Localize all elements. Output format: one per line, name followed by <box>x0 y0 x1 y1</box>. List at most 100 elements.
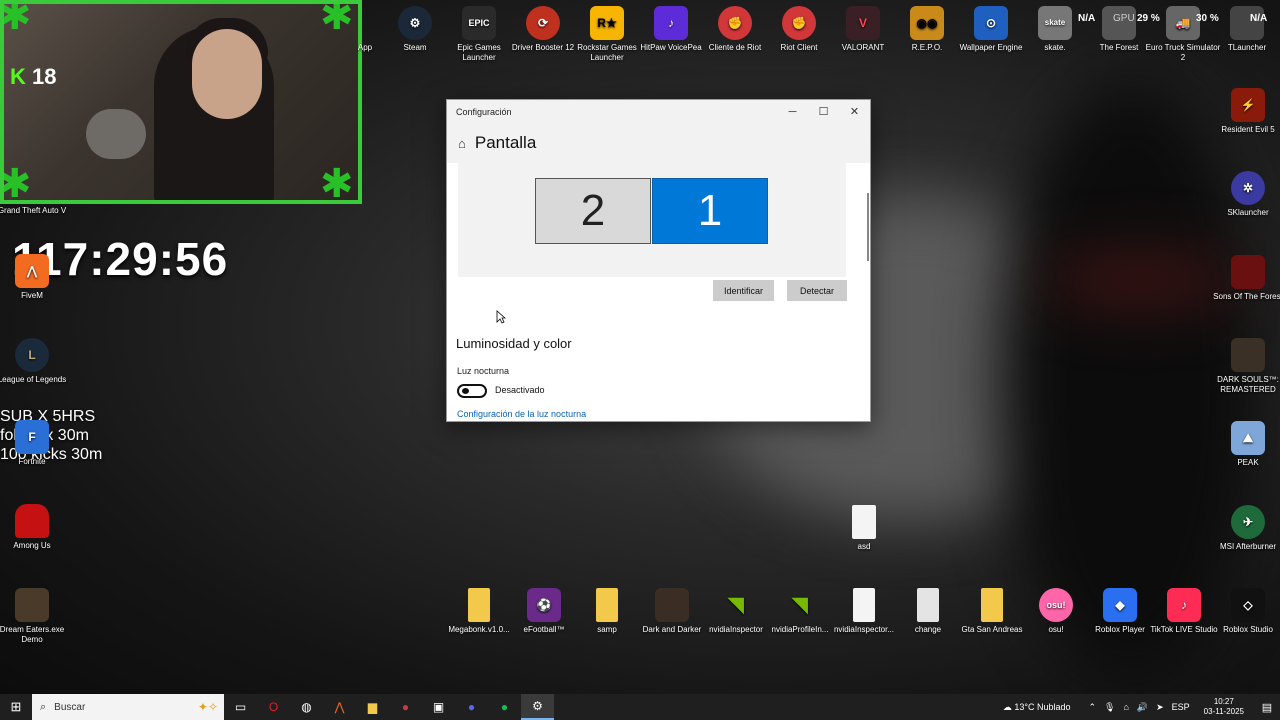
text-file-icon <box>917 588 939 622</box>
notifications-icon[interactable]: ▤ <box>1254 701 1280 714</box>
desktop-icon-resident-evil-5[interactable]: ⚡ Resident Evil 5 <box>1210 88 1280 135</box>
task-view-icon[interactable]: ▭ <box>224 694 257 720</box>
network-icon[interactable]: ⌂ <box>1123 702 1128 712</box>
volume-icon[interactable]: 🔊 <box>1137 702 1148 713</box>
night-light-settings-link[interactable]: Configuración de la luz nocturna <box>457 409 586 419</box>
desktop-icon-fortnite[interactable]: F Fortnite <box>0 420 70 467</box>
hud-gpu-label: GPU <box>1113 13 1135 24</box>
location-icon[interactable]: ➤ <box>1156 702 1164 713</box>
hud-na-2: N/A <box>1250 13 1268 24</box>
riot-taskbar-icon[interactable]: ● <box>389 694 422 720</box>
among-us-icon <box>15 504 49 538</box>
weather-widget[interactable]: ☁ 13°C Nublado <box>1003 702 1071 713</box>
fivem-taskbar-icon[interactable]: ⋀ <box>323 694 356 720</box>
desktop-icon-fivem[interactable]: ⋀ FiveM <box>0 254 70 301</box>
monitor-1[interactable]: 1 <box>652 178 768 244</box>
kick-logo-icon: K <box>10 64 26 89</box>
language-indicator[interactable]: ESP <box>1172 702 1190 712</box>
msi-afterburner-icon: ✈ <box>1231 505 1265 539</box>
close-icon[interactable]: ✕ <box>839 100 870 123</box>
desktop-icon-dream-eaters[interactable]: Dream Eaters.exe Demo <box>0 588 70 645</box>
desktop-icon-dark-souls[interactable]: DARK SOULS™: REMASTERED <box>1210 338 1280 395</box>
folder-icon <box>981 588 1003 622</box>
desktop-icon-roblox-studio[interactable]: ◇ Roblox Studio <box>1210 588 1280 635</box>
cloud-icon: ☁ <box>1002 701 1015 712</box>
fivem-icon: ⋀ <box>15 254 49 288</box>
leaf-icon: ✱ <box>0 162 32 204</box>
dark-and-darker-icon <box>655 588 689 622</box>
dark-souls-icon <box>1231 338 1265 372</box>
detect-button[interactable]: Detectar <box>787 280 847 301</box>
desktop-icon-gta-v[interactable]: Grand Theft Auto V <box>0 206 70 216</box>
steam-icon: ⚙ <box>398 6 432 40</box>
driver-booster-icon: ⟳ <box>526 6 560 40</box>
nvidia-icon: ◥ <box>728 594 744 616</box>
search-icon: ⌕ <box>40 700 47 713</box>
desktop-icon-among-us[interactable]: Among Us <box>0 504 70 551</box>
page-header: ⌂ Pantalla <box>447 123 870 163</box>
clock-time: 10:27 <box>1213 697 1234 706</box>
text-file-icon <box>852 505 876 539</box>
desktop-icon-peak[interactable]: ⛰ PEAK <box>1210 421 1280 468</box>
monitor-layout: 2 1 <box>458 163 846 277</box>
settings-content: 2 1 Identificar Detectar Luminosidad y c… <box>447 163 870 421</box>
settings-window: Configuración ─ ☐ ✕ ⌂ Pantalla 2 1 Ident… <box>446 99 871 422</box>
tiktok-icon: ♪ <box>1167 588 1201 622</box>
page-title: Pantalla <box>474 133 537 152</box>
microphone-icon[interactable]: 🎙 <box>1104 702 1115 713</box>
discord-icon[interactable]: ● <box>455 694 488 720</box>
desktop-icon-sons-of-the-forest[interactable]: Sons Of The Forest <box>1210 255 1280 302</box>
spotify-icon[interactable]: ● <box>488 694 521 720</box>
leaf-icon: ✱ <box>320 162 354 204</box>
desktop-icon-msi-afterburner[interactable]: ✈ MSI Afterburner <box>1210 505 1280 552</box>
skate-icon: skate <box>1038 6 1072 40</box>
maximize-icon[interactable]: ☐ <box>808 100 839 123</box>
riot-icon: ✊ <box>782 6 816 40</box>
taskbar: ⊞ ⌕ Buscar ✦✧ ▭ O ◍ ⋀ ▆ ● ▣ ● ● ⚙ ☁ 13°C… <box>0 694 1280 720</box>
monitor-2[interactable]: 2 <box>535 178 651 244</box>
home-icon[interactable]: ⌂ <box>458 136 466 151</box>
epic-games-icon: EPIC <box>462 6 496 40</box>
osu-icon: osu! <box>1039 588 1073 622</box>
scrollbar[interactable] <box>867 193 869 261</box>
text-file-icon <box>853 588 875 622</box>
nvidia-icon: ◥ <box>792 594 808 616</box>
store-icon[interactable]: ▣ <box>422 694 455 720</box>
desktop-icon-sklauncher[interactable]: ✲ SKlauncher <box>1210 171 1280 218</box>
roblox-icon: ◆ <box>1103 588 1137 622</box>
desktop-icon-asd[interactable]: asd <box>826 505 902 552</box>
hud-na-1: N/A <box>1078 13 1096 24</box>
clock[interactable]: 10:27 03-11-2025 <box>1204 697 1244 717</box>
valorant-icon: V <box>846 6 880 40</box>
hud-gpu-value: 29 % <box>1137 13 1160 24</box>
desktop-icon-tlauncher[interactable]: TLauncher <box>1209 6 1280 53</box>
hud-cpu-value: 30 % <box>1196 13 1219 24</box>
minimize-icon[interactable]: ─ <box>777 100 808 123</box>
night-light-toggle[interactable] <box>457 384 487 398</box>
wallpaper-engine-icon: ⊙ <box>974 6 1008 40</box>
rockstar-icon: R★ <box>590 6 624 40</box>
chevron-up-icon[interactable]: ⌃ <box>1088 702 1096 713</box>
search-placeholder: Buscar <box>54 701 86 713</box>
webcam-overlay: ✱ ✱ ✱ ✱ K 18 <box>0 0 362 204</box>
windows-start-icon[interactable]: ⊞ <box>0 694 32 720</box>
section-title: Luminosidad y color <box>456 336 572 351</box>
settings-taskbar-icon[interactable]: ⚙ <box>521 694 554 720</box>
kick-counter: K 18 <box>10 64 57 90</box>
sons-of-forest-icon <box>1231 255 1265 289</box>
mouse-cursor-icon <box>496 310 506 324</box>
system-tray: ☁ 13°C Nublado ⌃ 🎙 ⌂ 🔊 ➤ ESP 10:27 03-11… <box>1003 694 1280 720</box>
folder-icon <box>468 588 490 622</box>
search-box[interactable]: ⌕ Buscar ✦✧ <box>32 694 224 720</box>
riot-icon: ✊ <box>718 6 752 40</box>
league-of-legends-icon: L <box>15 338 49 372</box>
identify-button[interactable]: Identificar <box>713 280 774 301</box>
dream-eaters-icon <box>15 588 49 622</box>
obs-icon[interactable]: ◍ <box>290 694 323 720</box>
title-bar[interactable]: Configuración ─ ☐ ✕ <box>447 100 870 123</box>
folder-icon <box>596 588 618 622</box>
file-explorer-icon[interactable]: ▆ <box>356 694 389 720</box>
euro-truck-icon: 🚚 <box>1166 6 1200 40</box>
desktop-icon-league[interactable]: L League of Legends <box>0 338 70 385</box>
opera-gx-icon[interactable]: O <box>257 694 290 720</box>
